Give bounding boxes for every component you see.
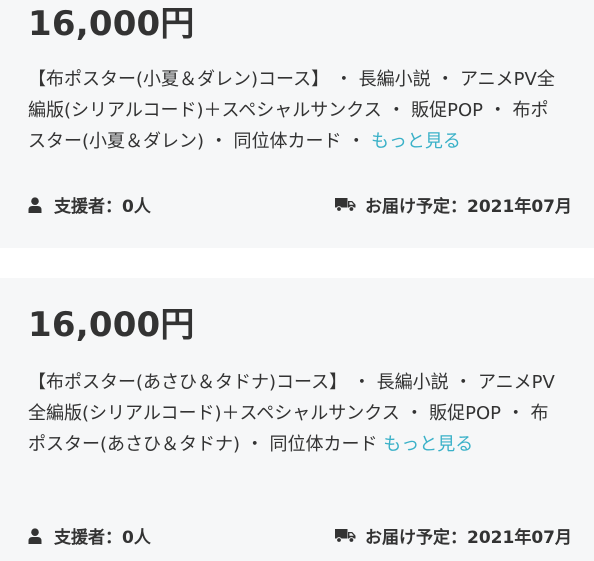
reward-price: 16,000円 — [28, 305, 195, 345]
supporters-label: 支援者： — [54, 528, 122, 548]
reward-description: 【布ポスター(小夏＆ダレン)コース】 ・ 長編小説 ・ アニメPV全編版(シリア… — [28, 64, 566, 157]
reward-meta: 支援者： 0人 お届け予定： 2021年07月 — [28, 523, 572, 548]
supporters-count: 支援者： 0人 — [28, 192, 151, 217]
reward-items-text: 【布ポスター(小夏＆ダレン)コース】 ・ 長編小説 ・ アニメPV全編版(シリア… — [28, 69, 555, 152]
reward-card[interactable]: 16,000円 【布ポスター(小夏＆ダレン)コース】 ・ 長編小説 ・ アニメP… — [0, 0, 594, 248]
user-icon — [28, 527, 42, 544]
delivery-date: お届け予定： 2021年07月 — [335, 192, 572, 217]
delivery-label: お届け予定： — [365, 528, 468, 548]
supporters-value: 0人 — [122, 528, 151, 548]
delivery-date: お届け予定： 2021年07月 — [335, 523, 572, 548]
reward-card[interactable]: 16,000円 【布ポスター(あさひ＆タドナ)コース】 ・ 長編小説 ・ アニメ… — [0, 278, 594, 561]
reward-description: 【布ポスター(あさひ＆タドナ)コース】 ・ 長編小説 ・ アニメPV全編版(シリ… — [28, 367, 566, 460]
reward-list: 16,000円 【布ポスター(小夏＆ダレン)コース】 ・ 長編小説 ・ アニメP… — [0, 0, 594, 561]
delivery-label: お届け予定： — [365, 197, 468, 217]
supporters-count: 支援者： 0人 — [28, 523, 151, 548]
supporters-label: 支援者： — [54, 197, 122, 217]
delivery-value: 2021年07月 — [467, 197, 572, 217]
truck-icon — [335, 529, 356, 543]
truck-icon — [335, 198, 356, 212]
supporters-value: 0人 — [122, 197, 151, 217]
more-link[interactable]: もっと見る — [371, 131, 461, 152]
reward-items-text: 【布ポスター(あさひ＆タドナ)コース】 ・ 長編小説 ・ アニメPV全編版(シリ… — [28, 372, 555, 455]
delivery-value: 2021年07月 — [467, 528, 572, 548]
reward-price: 16,000円 — [28, 4, 195, 44]
reward-meta: 支援者： 0人 お届け予定： 2021年07月 — [28, 192, 572, 217]
user-icon — [28, 196, 42, 213]
more-link[interactable]: もっと見る — [383, 434, 473, 455]
